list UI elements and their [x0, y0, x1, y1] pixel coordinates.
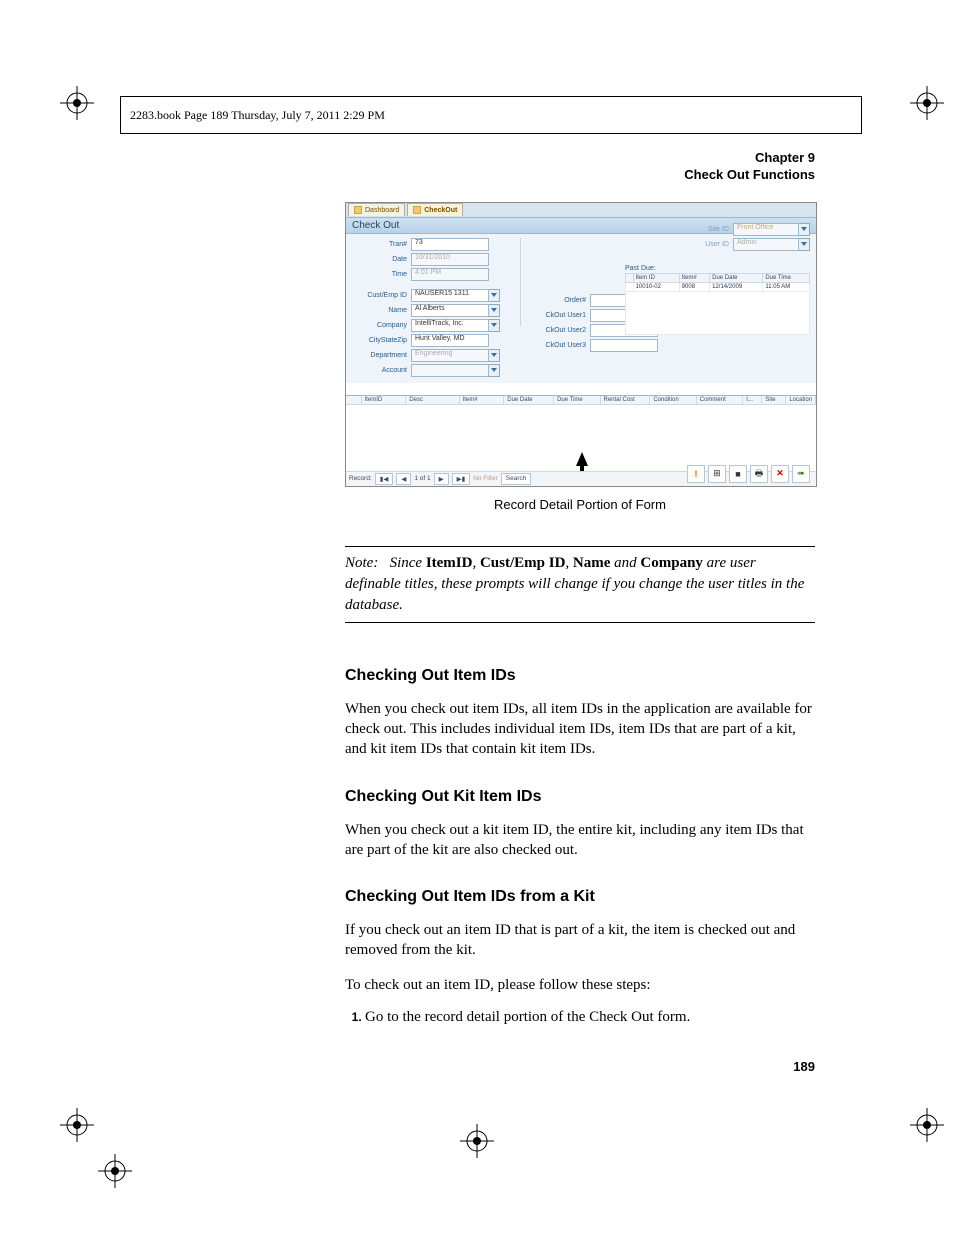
dropdown-icon[interactable] [799, 223, 810, 236]
value-u3[interactable] [590, 339, 658, 352]
close-icon[interactable]: ✕ [771, 465, 789, 483]
label-u1: CkOut User1 [541, 312, 590, 319]
running-header: 2283.book Page 189 Thursday, July 7, 201… [130, 108, 385, 123]
value-cust[interactable]: NAUSER15 1311 [411, 289, 489, 302]
value-name[interactable]: Al Alberts [411, 304, 489, 317]
dropdown-icon[interactable] [489, 319, 500, 332]
section-heading: Checking Out Kit Item IDs [345, 788, 815, 806]
checkout-form-screenshot: Dashboard CheckOut Check Out Tran#73 Dat… [345, 202, 817, 487]
value-tran: 73 [411, 238, 489, 251]
chapter-title: Check Out Functions [345, 167, 815, 184]
detail-grid-header: ItemID Desc Item# Due Date Due Time Rent… [346, 396, 816, 405]
dropdown-icon[interactable] [799, 238, 810, 251]
chapter-number: Chapter 9 [345, 150, 815, 167]
tab-dashboard[interactable]: Dashboard [348, 203, 405, 216]
section-heading: Checking Out Item IDs from a Kit [345, 888, 815, 906]
label-account: Account [352, 367, 411, 374]
section-heading: Checking Out Item IDs [345, 667, 815, 685]
value-time: 4:01 PM [411, 268, 489, 281]
figure-caption: Record Detail Portion of Form [345, 497, 815, 512]
crop-mark-icon [60, 1108, 94, 1142]
label-order: Order# [541, 297, 590, 304]
nav-next-button[interactable]: ▶ [434, 473, 449, 485]
label-date: Date [352, 256, 411, 263]
alert-icon[interactable]: ! [687, 465, 705, 483]
label-csz: CityStateZip [352, 337, 411, 344]
dropdown-icon[interactable] [489, 304, 500, 317]
body-paragraph: When you check out item IDs, all item ID… [345, 699, 815, 760]
label-cust: Cust/Emp ID [352, 292, 411, 299]
body-paragraph: If you check out an item ID that is part… [345, 920, 815, 961]
label-site: Site ID [701, 226, 733, 233]
arrow-icon [576, 452, 588, 466]
label-tran: Tran# [352, 241, 411, 248]
value-date: 10/31/2010 [411, 253, 489, 266]
grid-icon[interactable]: ⊞ [708, 465, 726, 483]
dropdown-icon[interactable] [489, 289, 500, 302]
nav-last-button[interactable]: ▶▮ [452, 473, 471, 485]
body-paragraph: When you check out a kit item ID, the en… [345, 820, 815, 861]
exit-icon[interactable]: ➠ [792, 465, 810, 483]
label-u3: CkOut User3 [541, 342, 590, 349]
nav-first-button[interactable]: ▮◀ [375, 473, 394, 485]
stop-icon[interactable]: ■ [729, 465, 747, 483]
value-csz: Hunt Valley, MD [411, 334, 489, 347]
value-company[interactable]: IntelliTrack, Inc. [411, 319, 489, 332]
dropdown-icon[interactable] [489, 364, 500, 377]
value-user[interactable]: Admin [733, 238, 799, 251]
label-name: Name [352, 307, 411, 314]
table-row[interactable]: 10010-02 9008 12/14/2009 11:05 AM [626, 282, 810, 291]
search-input[interactable]: Search [501, 473, 532, 485]
step-item: Go to the record detail portion of the C… [365, 1009, 815, 1026]
crop-mark-icon [910, 86, 944, 120]
crop-mark-icon [460, 1124, 494, 1158]
label-user: User ID [701, 241, 733, 248]
value-site[interactable]: Front Office [733, 223, 799, 236]
dropdown-icon[interactable] [489, 349, 500, 362]
crop-mark-icon [910, 1108, 944, 1142]
label-company: Company [352, 322, 411, 329]
past-due-title: Past Due: [625, 265, 810, 272]
record-position: 1 of 1 [414, 475, 430, 482]
label-time: Time [352, 271, 411, 278]
label-dept: Department [352, 352, 411, 359]
print-icon[interactable]: 🖶 [750, 465, 768, 483]
nav-prev-button[interactable]: ◀ [396, 473, 411, 485]
body-paragraph: To check out an item ID, please follow t… [345, 975, 815, 995]
past-due-table: Item ID Item# Due Date Due Time 10010-02… [625, 273, 810, 335]
crop-mark-icon [60, 86, 94, 120]
record-label: Record: [349, 475, 372, 482]
crop-mark-icon [98, 1154, 132, 1188]
note-block: Note: Since ItemID, Cust/Emp ID, Name an… [345, 546, 815, 623]
tab-checkout[interactable]: CheckOut [407, 203, 463, 216]
page-number: 189 [793, 1059, 815, 1074]
label-u2: CkOut User2 [541, 327, 590, 334]
value-account[interactable] [411, 364, 489, 377]
value-dept[interactable]: Engineering [411, 349, 489, 362]
no-filter-label: No Filter [473, 475, 498, 482]
